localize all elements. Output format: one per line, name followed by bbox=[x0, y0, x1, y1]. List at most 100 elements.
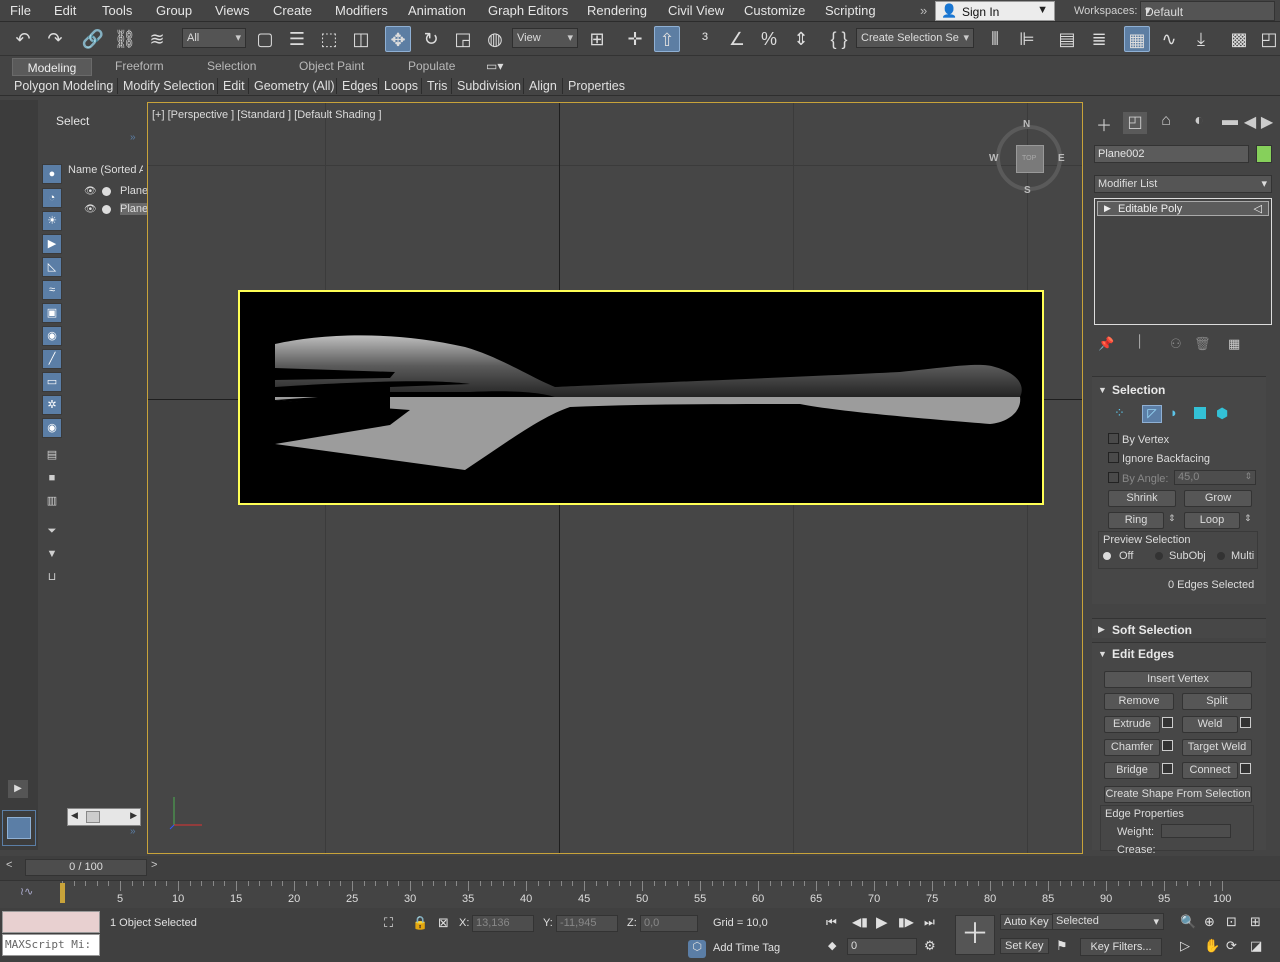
create-tab-icon[interactable]: ＋ bbox=[1092, 112, 1116, 135]
weld-settings-icon[interactable] bbox=[1240, 717, 1251, 728]
align-icon[interactable]: ⊫ bbox=[1014, 26, 1040, 52]
display-geometry-icon[interactable]: ● bbox=[42, 164, 62, 184]
visibility-eye-icon[interactable]: 👁 bbox=[84, 204, 97, 215]
track-bar[interactable]: ≀∿ 5 10 15 20 25 30 35 40 45 50 55 60 65 70 75 80 85 90 95… bbox=[0, 880, 1280, 908]
z-coordinate-field[interactable]: 0,0 bbox=[640, 915, 698, 932]
panel-modify-selection[interactable]: Modify Selection bbox=[123, 79, 215, 93]
display-bones-icon[interactable]: ╱ bbox=[42, 349, 62, 369]
selection-rollout-title[interactable]: Selection bbox=[1112, 383, 1165, 397]
key-filters-button[interactable]: Key Filters... bbox=[1080, 938, 1162, 956]
time-configuration-icon[interactable]: ⚙ bbox=[924, 938, 936, 954]
current-frame-marker[interactable] bbox=[60, 883, 65, 903]
maxscript-listener-output[interactable] bbox=[2, 911, 100, 933]
filter-clear-icon[interactable]: ⏷ bbox=[42, 522, 62, 542]
filter-icon[interactable]: ▼ bbox=[42, 545, 62, 565]
configure-modifier-sets-icon[interactable]: ▦ bbox=[1228, 336, 1240, 352]
pin-stack-icon[interactable]: 📌 bbox=[1098, 336, 1114, 352]
current-frame-field[interactable]: 0 bbox=[847, 938, 917, 955]
tab-selection[interactable]: Selection bbox=[207, 59, 256, 73]
named-selection-select[interactable]: Create Selection Se bbox=[856, 28, 974, 48]
tab-freeform[interactable]: Freeform bbox=[115, 59, 164, 73]
layer-toggle-icon[interactable]: ⊔ bbox=[42, 568, 62, 588]
select-and-scale-icon[interactable]: ◲ bbox=[450, 26, 476, 52]
tab-populate[interactable]: Populate bbox=[408, 59, 455, 73]
scroll-thumb[interactable] bbox=[86, 811, 100, 823]
layer-explorer-icon[interactable]: ≣ bbox=[1086, 26, 1112, 52]
workspaces-select[interactable]: Default ▾ bbox=[1140, 1, 1275, 21]
select-by-name-icon[interactable]: ☰ bbox=[284, 26, 310, 52]
display-groups-icon[interactable]: ▣ bbox=[42, 303, 62, 323]
percent-snap-icon[interactable]: % bbox=[756, 26, 782, 52]
link-icon[interactable]: 🔗 bbox=[80, 26, 106, 52]
ring-button[interactable]: Ring bbox=[1108, 512, 1164, 529]
menu-create[interactable]: Create bbox=[273, 3, 312, 18]
isolate-selection-icon[interactable]: ⛶ bbox=[384, 915, 393, 931]
panel-align[interactable]: Align bbox=[529, 79, 557, 93]
panel-subdivision[interactable]: Subdivision bbox=[457, 79, 521, 93]
display-xrefs-icon[interactable]: ◉ bbox=[42, 326, 62, 346]
tab-object-paint[interactable]: Object Paint bbox=[299, 59, 364, 73]
ribbon-toggle-icon[interactable]: ▦ bbox=[1124, 26, 1150, 52]
menu-civil-view[interactable]: Civil View bbox=[668, 3, 724, 18]
rollout-collapse-icon[interactable]: ▼ bbox=[1098, 385, 1107, 395]
modifier-list-dropdown[interactable]: Modifier List bbox=[1094, 175, 1272, 193]
next-frame-icon[interactable]: > bbox=[151, 859, 157, 871]
list-item[interactable]: 👁 Plane002 bbox=[84, 202, 167, 218]
edit-edges-title[interactable]: Edit Edges bbox=[1112, 647, 1174, 661]
scroll-right-icon[interactable]: ▶ bbox=[130, 810, 137, 821]
curve-editor-icon[interactable]: ∿ bbox=[1156, 26, 1182, 52]
rollout-expand-icon[interactable]: ▶ bbox=[1098, 624, 1105, 635]
border-mode-icon[interactable]: ◗ bbox=[1170, 405, 1178, 420]
orbit-icon[interactable]: ⟳ bbox=[1226, 938, 1237, 954]
by-vertex-checkbox[interactable]: By Vertex bbox=[1108, 433, 1169, 446]
field-of-view-icon[interactable]: ▷ bbox=[1180, 938, 1190, 954]
menu-group[interactable]: Group bbox=[156, 3, 192, 18]
collapse-chevron-icon[interactable]: » bbox=[130, 132, 136, 143]
menu-tools[interactable]: Tools bbox=[102, 3, 132, 18]
ring-spinner-icon[interactable]: ⇕ bbox=[1168, 513, 1176, 524]
display-shapes-icon[interactable]: ◔ bbox=[42, 188, 62, 208]
add-time-tag-button[interactable]: Add Time Tag bbox=[713, 942, 780, 954]
remove-button[interactable]: Remove bbox=[1104, 693, 1174, 710]
render-setup-icon[interactable]: ◰ bbox=[1256, 26, 1280, 52]
time-tag-icon[interactable]: ⬡ bbox=[688, 940, 706, 958]
split-button[interactable]: Split bbox=[1182, 693, 1252, 710]
chamfer-button[interactable]: Chamfer bbox=[1104, 739, 1160, 756]
zoom-icon[interactable]: 🔍 bbox=[1180, 914, 1196, 930]
element-mode-icon[interactable]: ⬢ bbox=[1216, 405, 1228, 422]
scroll-left-icon[interactable]: ◀ bbox=[1243, 112, 1257, 134]
previous-frame-icon[interactable]: ◀▮ bbox=[852, 915, 868, 929]
radio-off-selected[interactable] bbox=[1103, 552, 1111, 560]
create-shape-button[interactable]: Create Shape From Selection bbox=[1104, 786, 1252, 803]
loop-button[interactable]: Loop bbox=[1184, 512, 1240, 529]
display-helpers-icon[interactable]: ◺ bbox=[42, 257, 62, 277]
column-header-name[interactable]: Name (Sorted Ascending) bbox=[68, 164, 143, 176]
polygon-mode-icon[interactable] bbox=[1194, 407, 1206, 419]
expand-arrow-icon[interactable]: ▶ bbox=[8, 780, 28, 798]
material-editor-icon[interactable]: ▩ bbox=[1226, 26, 1252, 52]
object-name-field[interactable]: Plane002 bbox=[1094, 145, 1249, 163]
target-weld-button[interactable]: Target Weld bbox=[1182, 739, 1252, 756]
viewport-label-menu[interactable]: [+] [Perspective ] [Standard ] [Default … bbox=[152, 109, 382, 121]
shrink-button[interactable]: Shrink bbox=[1108, 490, 1176, 507]
angle-spinner[interactable]: 45,0 ⇕ bbox=[1174, 470, 1256, 485]
bridge-settings-icon[interactable] bbox=[1162, 763, 1173, 774]
y-coordinate-field[interactable]: -11,945 bbox=[556, 915, 618, 932]
menu-scripting[interactable]: Scripting bbox=[825, 3, 876, 18]
unlink-icon[interactable]: ⛓ bbox=[112, 26, 138, 52]
panel-edges[interactable]: Edges bbox=[342, 79, 377, 93]
menu-rendering[interactable]: Rendering bbox=[587, 3, 647, 18]
radio-multi[interactable] bbox=[1217, 552, 1225, 560]
viewport-layout-tab[interactable] bbox=[2, 810, 36, 846]
bridge-button[interactable]: Bridge bbox=[1104, 762, 1160, 779]
ignore-backfacing-checkbox[interactable]: Ignore Backfacing bbox=[1108, 452, 1210, 465]
connect-button[interactable]: Connect bbox=[1182, 762, 1238, 779]
keyboard-shortcut-override-icon[interactable]: ⇧ bbox=[654, 26, 680, 52]
set-key-button[interactable]: Set Key bbox=[1000, 938, 1049, 954]
viewcube[interactable]: TOP bbox=[996, 125, 1062, 191]
motion-tab-icon[interactable]: ◐ bbox=[1187, 112, 1211, 134]
go-to-end-icon[interactable]: ⏭ bbox=[924, 915, 935, 930]
absolute-mode-icon[interactable]: ⊠ bbox=[438, 915, 449, 931]
sign-in-dropdown[interactable]: 👤 Sign In ▼ bbox=[935, 1, 1055, 21]
select-manipulate-icon[interactable]: ✛ bbox=[622, 26, 648, 52]
